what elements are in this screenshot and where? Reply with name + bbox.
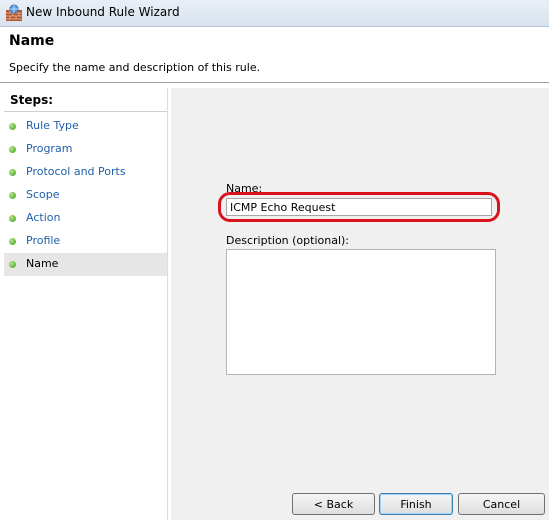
steps-divider [4,111,167,112]
step-rule-type[interactable]: Rule Type [4,115,167,138]
step-label: Name [26,257,59,270]
finish-button[interactable]: Finish [379,493,453,515]
step-profile[interactable]: Profile [4,230,167,253]
step-name: Name [4,253,167,276]
step-current-icon [9,261,16,268]
step-label[interactable]: Profile [26,234,60,247]
step-complete-icon [9,238,16,245]
back-button[interactable]: < Back [292,493,375,515]
step-program[interactable]: Program [4,138,167,161]
steps-heading: Steps: [10,93,54,107]
step-label[interactable]: Protocol and Ports [26,165,126,178]
step-action[interactable]: Action [4,207,167,230]
steps-panel: Steps: Rule Type Program Protocol and Po… [4,88,168,520]
description-field-label: Description (optional): [226,234,350,247]
name-field-label: Name: [226,182,263,195]
page-header: Name Specify the name and description of… [0,27,549,83]
step-complete-icon [9,192,16,199]
description-textarea[interactable] [226,249,496,375]
step-label[interactable]: Rule Type [26,119,79,132]
step-label[interactable]: Action [26,211,60,224]
firewall-wizard-icon [6,4,22,21]
page-title: Name [9,33,55,49]
window-title: New Inbound Rule Wizard [26,5,180,19]
name-input[interactable] [226,198,492,216]
step-scope[interactable]: Scope [4,184,167,207]
title-bar: New Inbound Rule Wizard [0,0,549,27]
step-complete-icon [9,146,16,153]
step-complete-icon [9,123,16,130]
page-description: Specify the name and description of this… [9,61,261,74]
step-complete-icon [9,215,16,222]
step-label[interactable]: Program [26,142,72,155]
cancel-button[interactable]: Cancel [458,493,545,515]
step-complete-icon [9,169,16,176]
step-protocol-and-ports[interactable]: Protocol and Ports [4,161,167,184]
step-label[interactable]: Scope [26,188,60,201]
